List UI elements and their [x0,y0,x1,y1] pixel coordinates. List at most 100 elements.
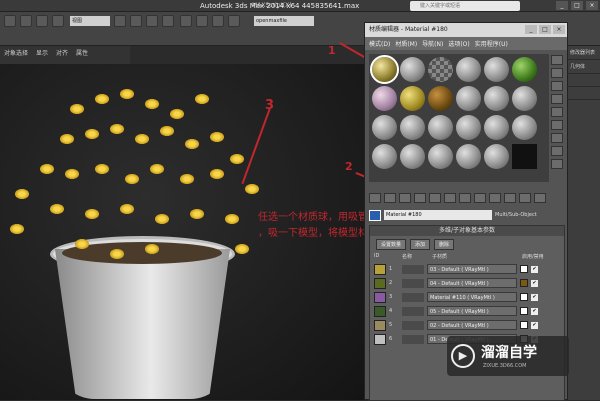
submaterial-row[interactable]: 4 05 - Default ( VRayMtl ) ✔ [370,304,564,318]
backlight-icon[interactable] [551,68,563,78]
row-name-field[interactable] [402,334,424,344]
material-swatch[interactable] [374,305,386,317]
sample-slot-selected[interactable] [370,55,399,84]
me-menu-options[interactable]: 选项(O) [448,39,469,48]
geometry-item[interactable]: 几何体 [568,60,600,74]
mirror-icon[interactable] [228,15,240,27]
me-minimize-button[interactable]: _ [525,25,537,34]
sample-slot[interactable] [400,86,425,111]
uv-tiling-icon[interactable] [551,94,563,104]
select-icon[interactable] [114,15,126,27]
menu-item[interactable] [20,2,22,9]
material-swatch[interactable] [374,277,386,289]
show-end-result-icon[interactable] [504,193,516,203]
sample-slot[interactable] [484,86,509,111]
sample-slot[interactable] [372,115,397,140]
snap-icon[interactable] [180,15,192,27]
minimize-button[interactable]: _ [556,1,568,10]
material-id-channel-icon[interactable] [474,193,486,203]
link-icon[interactable] [36,15,48,27]
submaterial-button[interactable]: 04 - Default ( VRayMtl ) [427,278,517,288]
redo-icon[interactable] [20,15,32,27]
submaterial-button[interactable]: Material #110 ( VRayMtl ) [427,292,517,302]
unlink-icon[interactable] [52,15,64,27]
show-map-icon[interactable] [489,193,501,203]
assign-material-icon[interactable] [399,193,411,203]
submaterial-button[interactable]: 02 - Default ( VRayMtl ) [427,320,517,330]
named-selection-set[interactable]: openmaxfile [254,16,314,26]
material-swatch[interactable] [374,333,386,345]
color-chip[interactable] [520,321,528,329]
sample-slot[interactable] [428,115,453,140]
maximize-button[interactable]: □ [571,1,583,10]
panel-item[interactable] [568,74,600,87]
me-maximize-button[interactable]: □ [539,25,551,34]
menu-item[interactable] [12,2,14,9]
material-navigator-icon[interactable] [551,159,563,169]
rotate-icon[interactable] [146,15,158,27]
me-close-button[interactable]: × [553,25,565,34]
move-icon[interactable] [130,15,142,27]
sample-slot[interactable] [512,115,537,140]
selection-filter[interactable]: 视图 [70,16,110,26]
color-chip[interactable] [520,293,528,301]
material-swatch[interactable] [374,263,386,275]
submaterial-row[interactable]: 2 04 - Default ( VRayMtl ) ✔ [370,276,564,290]
options-icon[interactable] [551,133,563,143]
sample-slot[interactable] [456,86,481,111]
sample-slot[interactable] [400,57,425,82]
submaterial-row[interactable]: 3 Material #110 ( VRayMtl ) ✔ [370,290,564,304]
submaterial-button[interactable]: 05 - Default ( VRayMtl ) [427,306,517,316]
sample-slot[interactable] [484,115,509,140]
color-chip[interactable] [520,265,528,273]
sample-slot[interactable] [428,144,453,169]
sample-slot[interactable] [400,144,425,169]
me-menu-material[interactable]: 材质(M) [395,39,417,48]
go-forward-icon[interactable] [534,193,546,203]
sample-slot[interactable] [372,144,397,169]
me-menu-navigation[interactable]: 导航(N) [422,39,443,48]
submaterial-row[interactable]: 5 02 - Default ( VRayMtl ) ✔ [370,318,564,332]
put-to-scene-icon[interactable] [384,193,396,203]
go-to-parent-icon[interactable] [519,193,531,203]
row-name-field[interactable] [402,264,424,274]
make-unique-icon[interactable] [444,193,456,203]
make-preview-icon[interactable] [551,120,563,130]
left-menu-item[interactable]: 对象选择 [4,48,28,62]
get-material-icon[interactable] [369,193,381,203]
material-name-field[interactable]: Material #180 [384,210,492,220]
enable-checkbox[interactable]: ✔ [531,321,538,329]
maxscript-menu[interactable]: MAXScript(X) [252,2,292,9]
color-chip[interactable] [520,279,528,287]
enable-checkbox[interactable]: ✔ [531,265,538,273]
enable-checkbox[interactable]: ✔ [531,293,538,301]
sample-slot[interactable] [512,57,537,82]
sample-slot[interactable] [484,144,509,169]
row-name-field[interactable] [402,320,424,330]
material-swatch[interactable] [374,291,386,303]
sample-slot[interactable] [400,115,425,140]
me-menu-mode[interactable]: 模式(D) [369,39,390,48]
rollout-title[interactable]: 多维/子对象基本参数 [370,226,564,236]
enable-checkbox[interactable]: ✔ [531,307,538,315]
angle-snap-icon[interactable] [196,15,208,27]
sample-slot[interactable] [456,144,481,169]
sample-slot[interactable] [372,86,397,111]
sample-slot[interactable] [484,57,509,82]
row-name-field[interactable] [402,292,424,302]
sample-slot[interactable] [428,57,453,82]
menu-item[interactable] [4,2,6,9]
left-menu-item[interactable]: 属性 [76,48,88,62]
color-chip[interactable] [520,307,528,315]
sample-slot-empty[interactable] [512,144,537,169]
left-menu-item[interactable]: 对齐 [56,48,68,62]
submaterial-button[interactable]: 03 - Default ( VRayMtl ) [427,264,517,274]
panel-item[interactable] [568,87,600,100]
enable-checkbox[interactable]: ✔ [531,279,538,287]
eyedropper-icon[interactable] [369,209,381,221]
material-swatch[interactable] [374,319,386,331]
sample-slot[interactable] [512,86,537,111]
row-name-field[interactable] [402,278,424,288]
reset-material-icon[interactable] [414,193,426,203]
percent-snap-icon[interactable] [212,15,224,27]
